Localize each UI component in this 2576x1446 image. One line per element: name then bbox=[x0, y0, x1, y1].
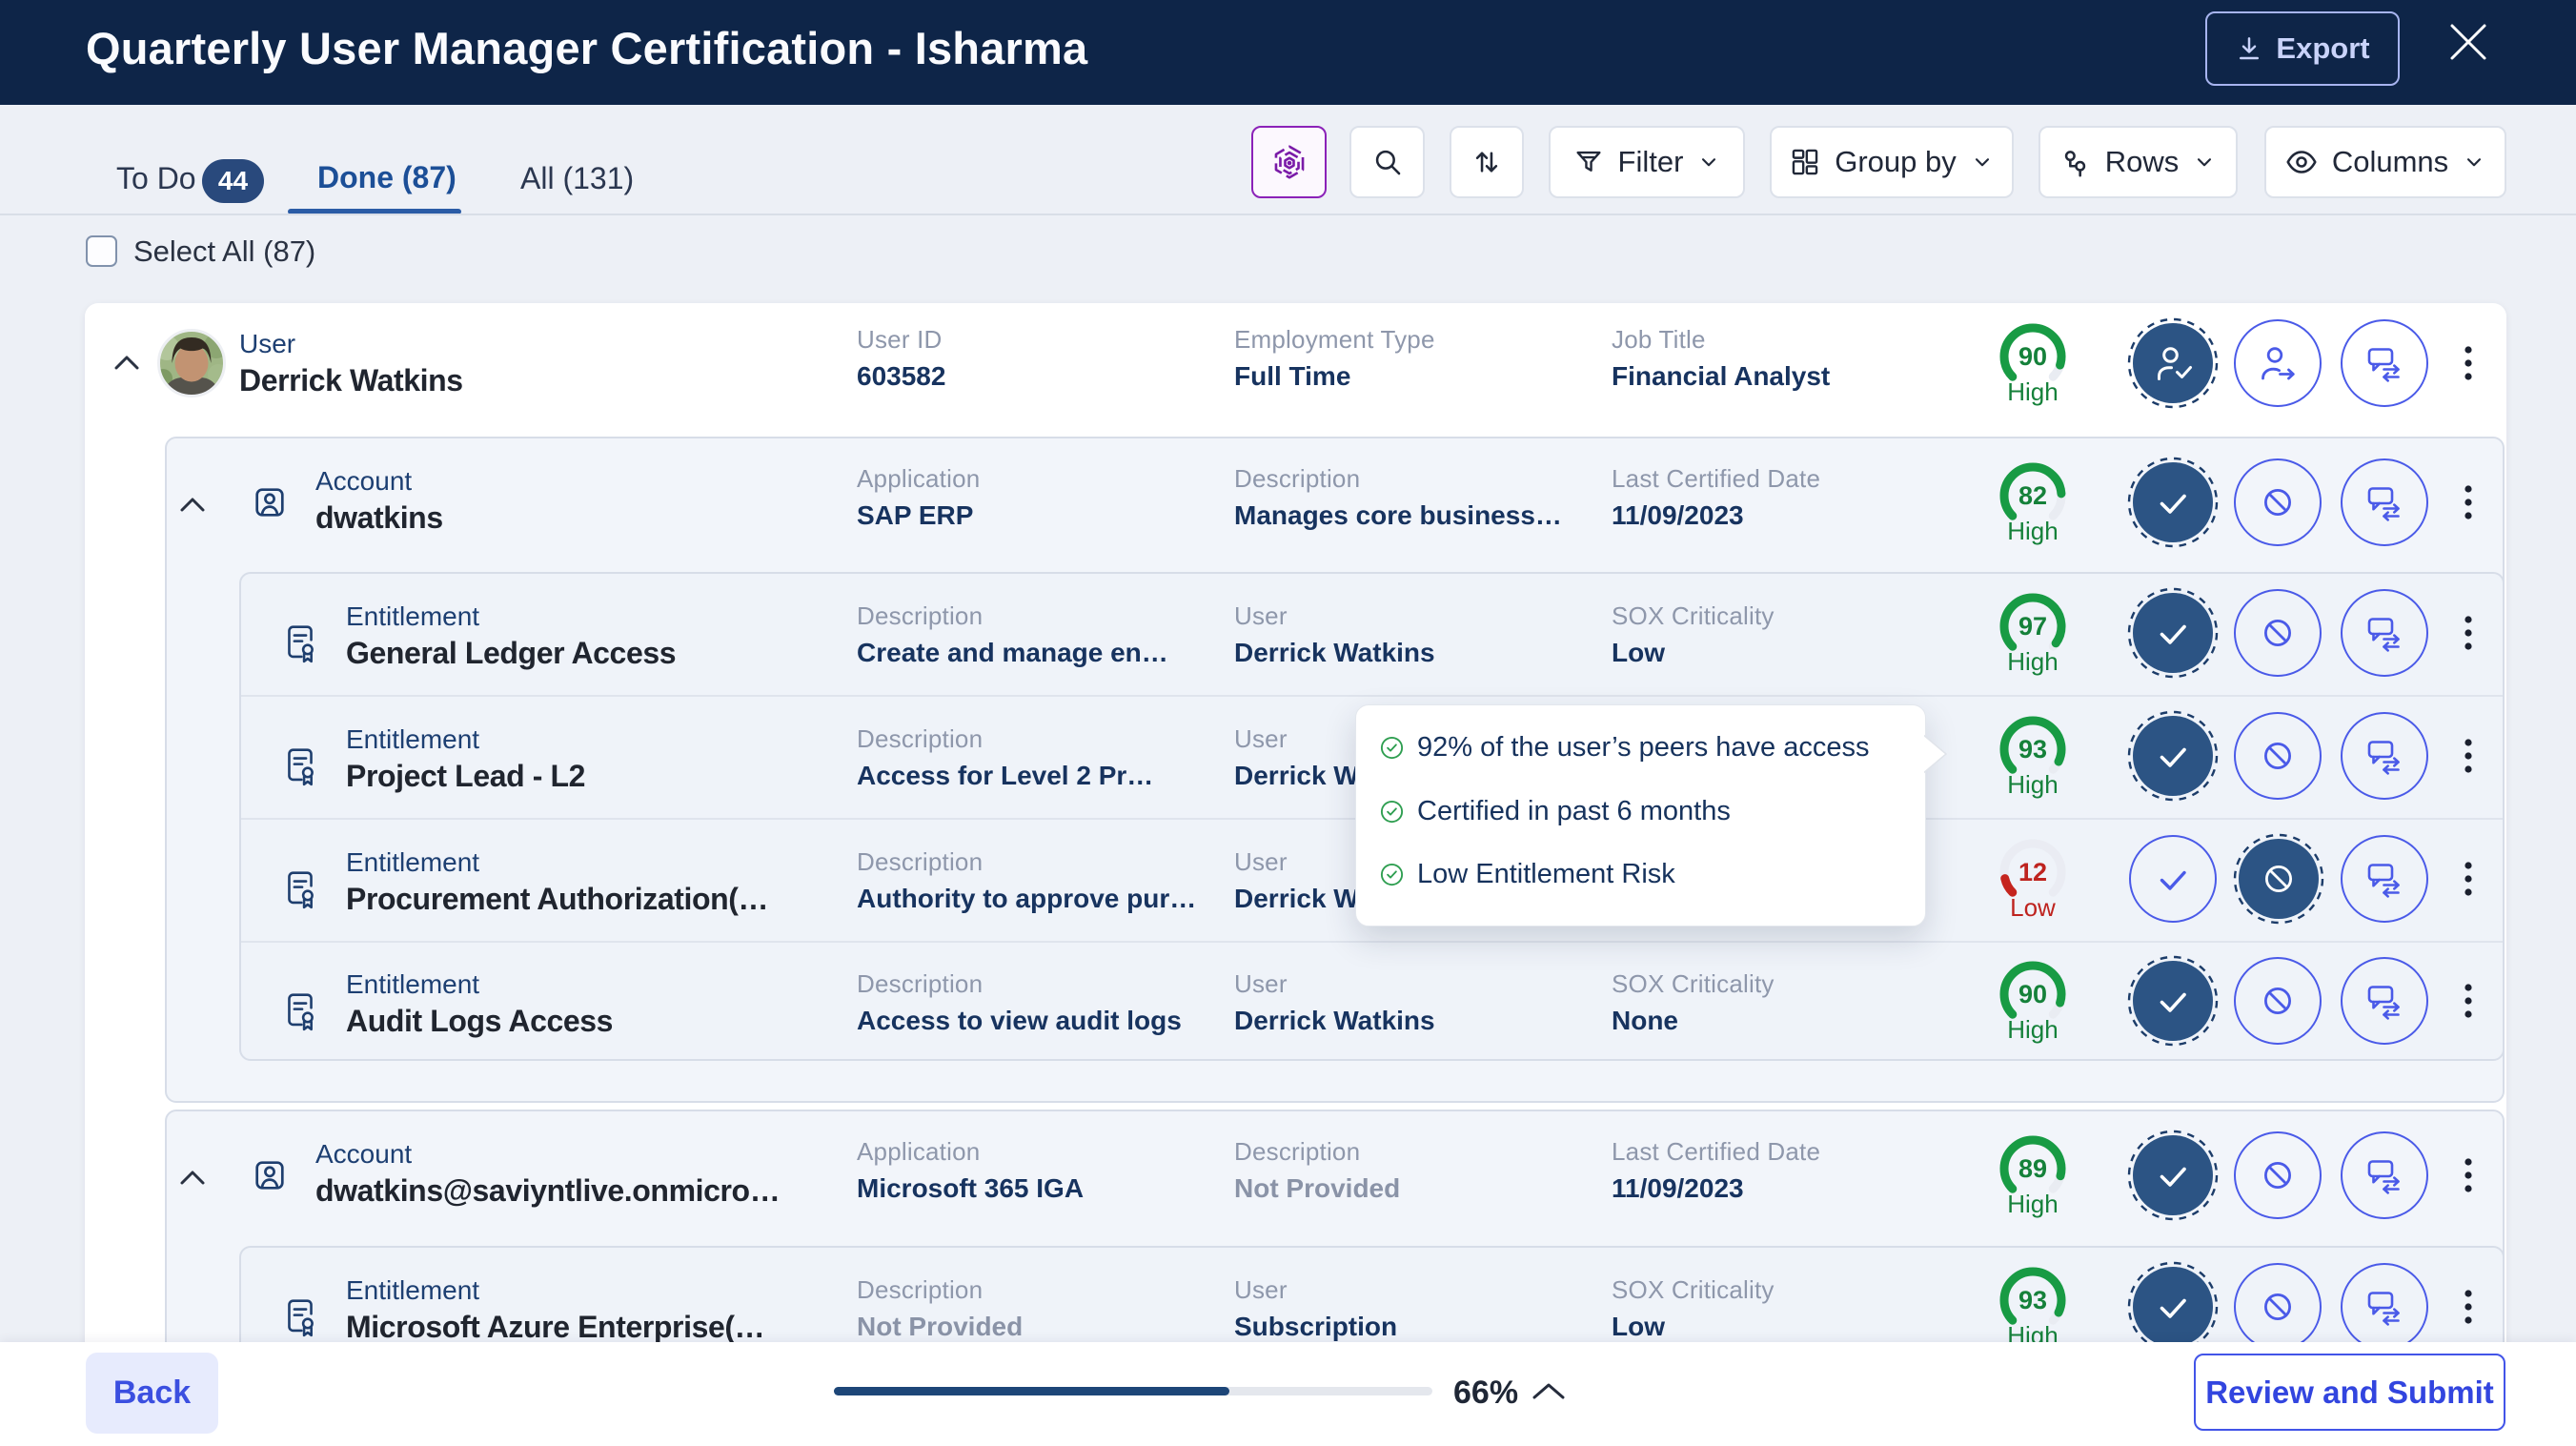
svg-text:90: 90 bbox=[2018, 980, 2047, 1008]
svg-text:82: 82 bbox=[2018, 481, 2047, 510]
svg-text:97: 97 bbox=[2018, 612, 2047, 641]
svg-text:89: 89 bbox=[2018, 1154, 2047, 1183]
svg-text:12: 12 bbox=[2018, 858, 2047, 886]
svg-text:93: 93 bbox=[2018, 735, 2047, 764]
svg-text:93: 93 bbox=[2018, 1286, 2047, 1314]
svg-text:90: 90 bbox=[2018, 342, 2047, 371]
